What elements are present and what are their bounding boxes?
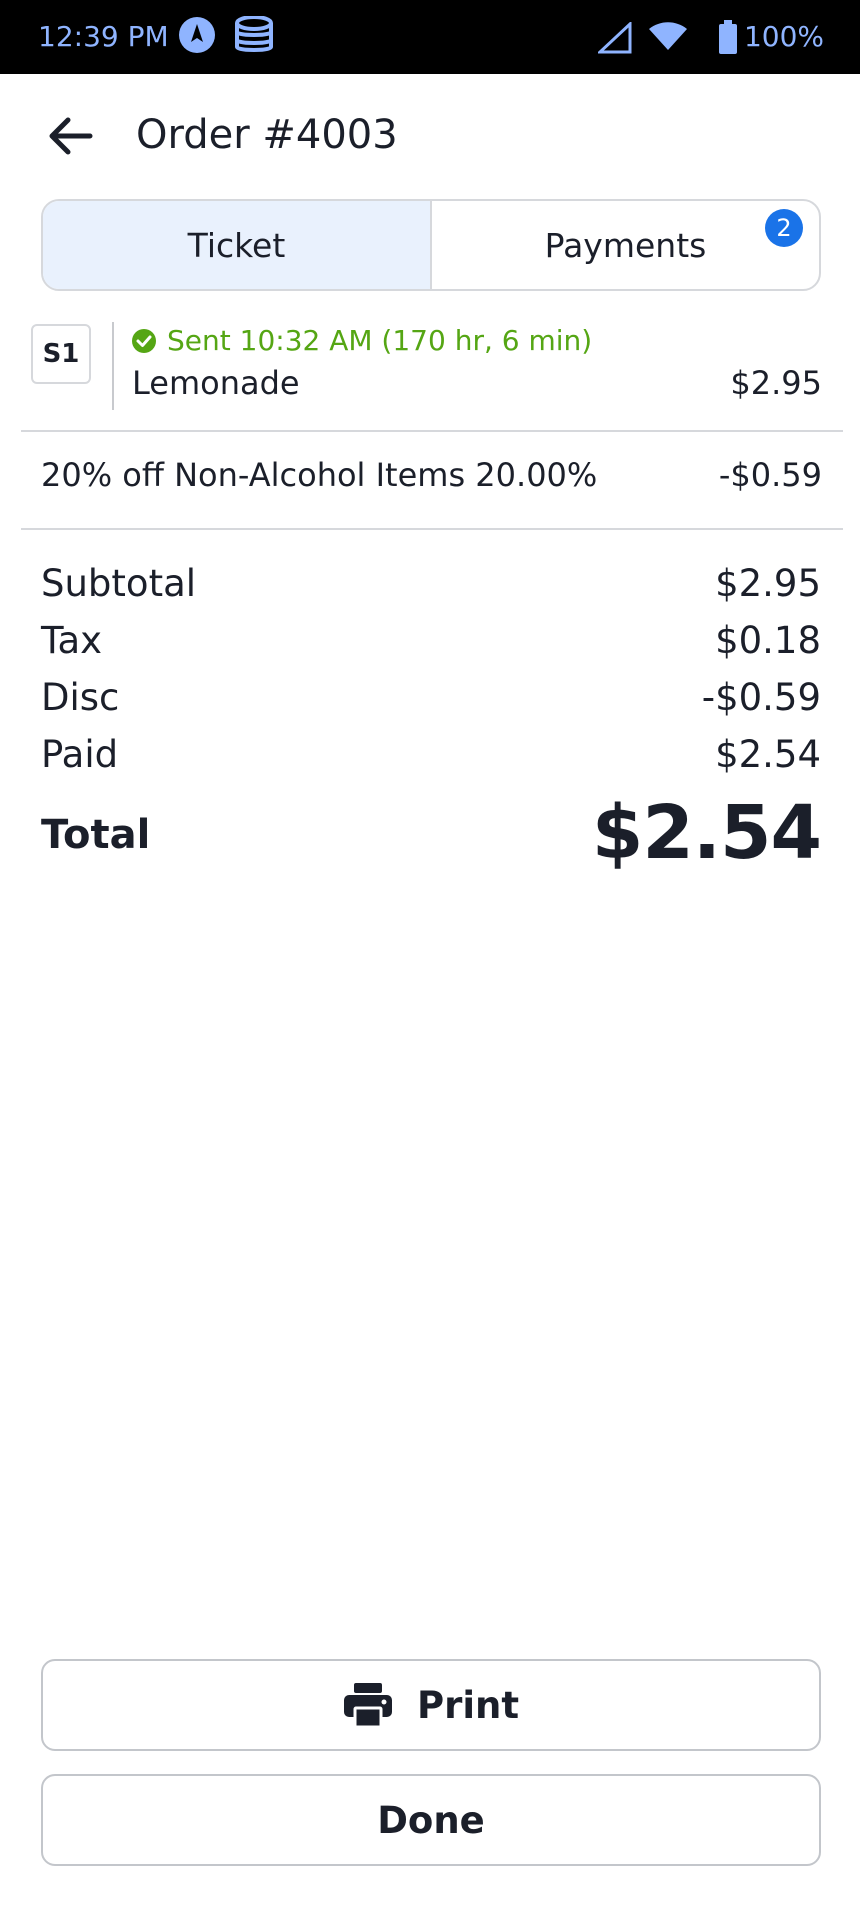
tax-row: Tax $0.18 — [41, 619, 821, 671]
battery-icon — [718, 20, 738, 61]
tax-label: Tax — [41, 619, 103, 662]
done-button[interactable]: Done — [41, 1774, 821, 1866]
printer-icon — [343, 1683, 392, 1728]
item-price: $2.95 — [730, 364, 822, 402]
page-title: Order #4003 — [136, 112, 398, 158]
seat-badge: S1 — [31, 324, 91, 384]
tab-ticket[interactable]: Ticket — [43, 201, 432, 289]
sent-status-text: Sent 10:32 AM (170 hr, 6 min) — [167, 324, 593, 357]
print-button[interactable]: Print — [41, 1659, 821, 1751]
discount-amount: -$0.59 — [718, 456, 822, 494]
order-item[interactable]: S1 Sent 10:32 AM (170 hr, 6 min) Lemonad… — [0, 320, 860, 430]
tab-payments[interactable]: Payments 2 — [432, 201, 819, 289]
battery-level: 100% — [743, 20, 824, 53]
paid-row: Paid $2.54 — [41, 733, 821, 785]
tab-ticket-label: Ticket — [187, 225, 286, 265]
discount-total-row: Disc -$0.59 — [41, 676, 821, 728]
signal-icon — [596, 20, 632, 61]
navigation-icon — [178, 16, 216, 61]
discount-label: 20% off Non-Alcohol Items 20.00% — [41, 456, 598, 494]
check-circle-icon — [132, 328, 156, 353]
database-icon — [234, 15, 274, 61]
item-name: Lemonade — [132, 364, 300, 402]
payments-count-badge: 2 — [765, 209, 803, 247]
tab-payments-label: Payments — [544, 225, 707, 265]
total-row: Total $2.54 — [41, 790, 822, 890]
subtotal-value: $2.95 — [715, 562, 821, 605]
app-bar: Order #4003 — [0, 74, 860, 194]
wifi-icon — [648, 22, 688, 59]
status-bar: 12:39 PM 100% — [0, 0, 860, 74]
discount-row[interactable]: 20% off Non-Alcohol Items 20.00% -$0.59 — [0, 448, 860, 508]
subtotal-label: Subtotal — [41, 562, 197, 605]
tab-bar: Ticket Payments 2 — [41, 199, 821, 291]
paid-label: Paid — [41, 733, 119, 776]
total-label: Total — [41, 812, 151, 858]
divider — [21, 528, 843, 530]
status-time: 12:39 PM — [38, 20, 169, 53]
tax-value: $0.18 — [715, 619, 821, 662]
discount-total-value: -$0.59 — [701, 676, 821, 719]
paid-value: $2.54 — [715, 733, 821, 776]
print-button-label: Print — [416, 1683, 520, 1727]
discount-total-label: Disc — [41, 676, 120, 719]
divider — [21, 430, 843, 432]
back-button[interactable] — [42, 108, 98, 164]
done-button-label: Done — [377, 1798, 485, 1842]
subtotal-row: Subtotal $2.95 — [41, 562, 821, 614]
total-value: $2.54 — [591, 790, 822, 876]
sent-status: Sent 10:32 AM (170 hr, 6 min) — [131, 324, 592, 357]
item-divider-line — [112, 322, 114, 410]
arrow-left-icon — [49, 117, 93, 155]
